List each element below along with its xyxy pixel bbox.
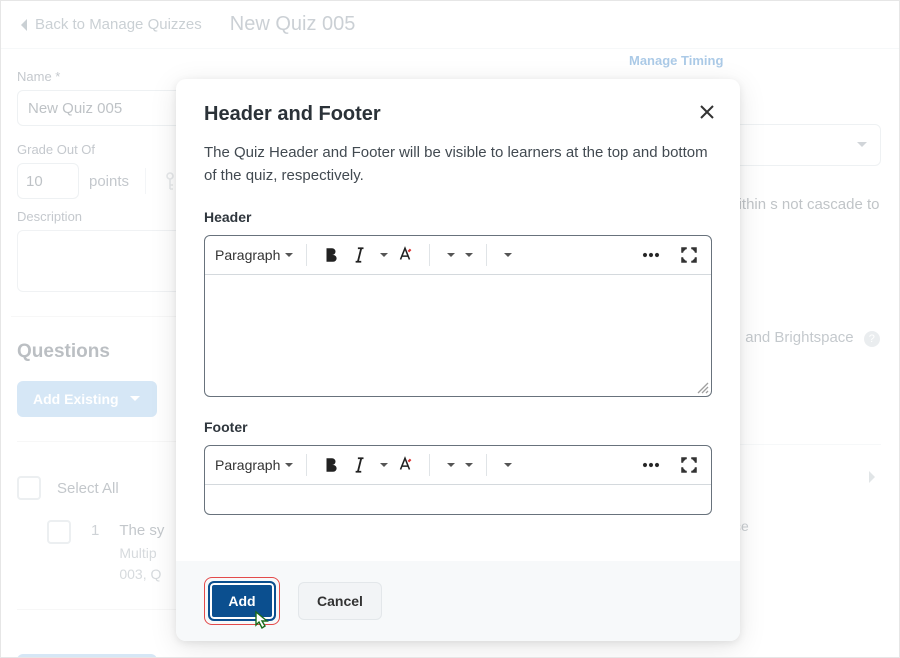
paragraph-style-select[interactable]: Paragraph (215, 457, 294, 473)
underline-button[interactable] (375, 252, 389, 259)
modal-description: The Quiz Header and Footer will be visib… (204, 142, 712, 187)
insert-button[interactable] (499, 462, 513, 469)
list-button[interactable] (460, 252, 474, 259)
fullscreen-icon (680, 246, 698, 264)
modal-title: Header and Footer (204, 103, 712, 126)
chevron-down-icon (446, 462, 456, 469)
footer-label: Footer (204, 419, 712, 435)
chevron-down-icon (379, 252, 389, 259)
more-horizontal-icon (642, 246, 660, 264)
header-label: Header (204, 209, 712, 225)
close-icon (698, 103, 716, 121)
bold-button[interactable] (319, 453, 343, 477)
cancel-button[interactable]: Cancel (298, 582, 382, 620)
italic-icon (350, 456, 368, 474)
chevron-down-icon (464, 462, 474, 469)
header-toolbar: Paragraph (205, 236, 711, 275)
resize-handle[interactable] (695, 380, 709, 394)
insert-button[interactable] (499, 252, 513, 259)
chevron-down-icon (284, 252, 294, 259)
header-footer-modal: Header and Footer The Quiz Header and Fo… (176, 79, 740, 641)
chevron-down-icon (464, 252, 474, 259)
bold-icon (322, 456, 340, 474)
footer-editor[interactable]: Paragraph (204, 445, 712, 515)
add-button-highlight: Add (204, 577, 280, 625)
fullscreen-button[interactable] (677, 243, 701, 267)
chevron-down-icon (503, 462, 513, 469)
bold-button[interactable] (319, 243, 343, 267)
font-color-button[interactable] (393, 453, 417, 477)
bold-icon (322, 246, 340, 264)
font-color-icon (396, 456, 414, 474)
align-button[interactable] (442, 462, 456, 469)
close-button[interactable] (698, 103, 718, 123)
align-button[interactable] (442, 252, 456, 259)
more-actions-button[interactable] (639, 453, 663, 477)
font-color-button[interactable] (393, 243, 417, 267)
footer-textarea[interactable] (205, 485, 711, 514)
underline-button[interactable] (375, 462, 389, 469)
chevron-down-icon (284, 462, 294, 469)
italic-button[interactable] (347, 243, 371, 267)
header-editor[interactable]: Paragraph (204, 235, 712, 397)
paragraph-style-select[interactable]: Paragraph (215, 247, 294, 263)
header-textarea[interactable] (205, 275, 711, 396)
chevron-down-icon (503, 252, 513, 259)
italic-button[interactable] (347, 453, 371, 477)
list-button[interactable] (460, 462, 474, 469)
font-color-icon (396, 246, 414, 264)
chevron-down-icon (379, 462, 389, 469)
italic-icon (350, 246, 368, 264)
footer-toolbar: Paragraph (205, 446, 711, 485)
more-horizontal-icon (642, 456, 660, 474)
fullscreen-button[interactable] (677, 453, 701, 477)
chevron-down-icon (446, 252, 456, 259)
more-actions-button[interactable] (639, 243, 663, 267)
fullscreen-icon (680, 456, 698, 474)
cursor-pointer-icon (253, 610, 271, 630)
resize-icon (695, 380, 709, 394)
